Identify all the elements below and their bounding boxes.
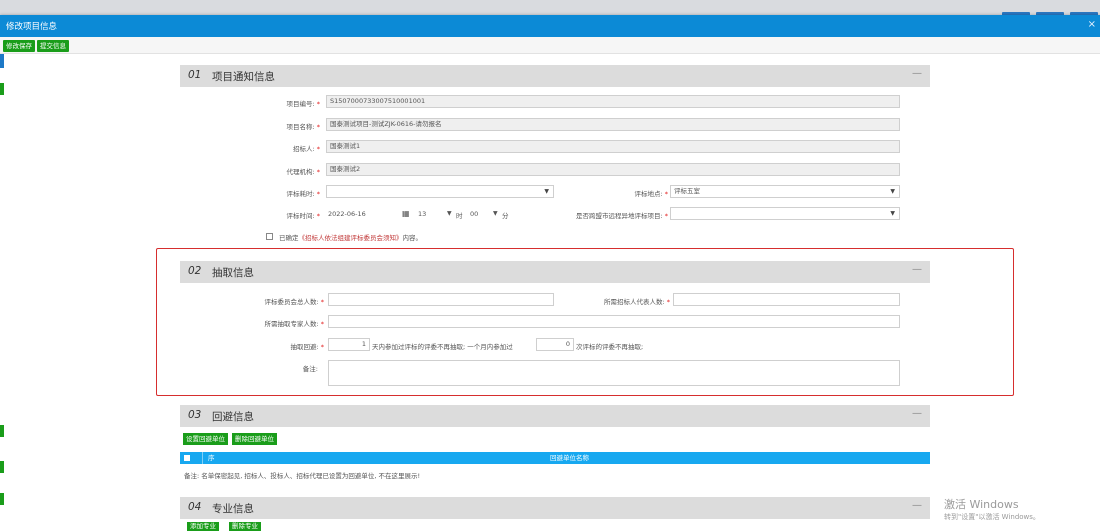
section-specialty: 04 专业信息 — [180,497,930,519]
section-title: 回避信息 [212,411,254,423]
section-title: 专业信息 [212,503,254,515]
avoid-times-input[interactable]: 0 [536,338,574,351]
save-button[interactable]: 修改保存 [3,40,35,52]
project-name-field[interactable]: 国泰测试项目-测试ZJK-0616-请勿报名 [326,118,900,131]
delete-specialty-button[interactable]: 删除专业 [229,522,261,531]
close-icon[interactable]: × [1088,19,1096,30]
expert-count-label: 所需抽取专家人数: * [264,320,324,328]
avoid-days-input[interactable]: 1 [328,338,370,351]
cross-region-select[interactable]: ▼ [670,207,900,220]
avoidance-note: 备注: 名单保密起见, 招标人、投标人、招标代理已设置为回避单位, 不在这里展示… [184,472,421,480]
note-label: 备注: [302,365,318,373]
date-field[interactable]: 2022-06-16 [328,210,366,218]
dropdown-caret-icon: ▼ [447,210,452,217]
duration-select[interactable]: ▼ [326,185,554,198]
expert-count-input[interactable] [328,315,900,328]
confirm-text: 已确定《招标人依法组建评标委员会须知》内容。 [279,234,422,242]
notice-link[interactable]: 《招标人依法组建评标委员会须知》 [299,234,403,242]
project-no-field[interactable]: S1507000733007510001001 [326,95,900,108]
collapse-icon[interactable]: — [912,500,922,511]
agency-label: 代理机构: * [286,168,320,176]
left-edge-marker [0,425,4,437]
submit-button[interactable]: 提交信息 [37,40,69,52]
avoidance-label: 抽取回避: * [290,343,324,351]
section-number: 03 [188,409,202,421]
section-extraction: 02 抽取信息 — [180,261,930,283]
toolbar: 修改保存 提交信息 [0,37,1100,54]
section-header[interactable]: 01 项目通知信息 — [180,65,930,87]
section-number: 04 [188,501,202,513]
column-unit-name: 回避单位名称 [550,454,589,462]
location-label: 评标地点: * [634,190,668,198]
left-edge-marker [0,54,4,68]
tenderer-label: 招标人: * [292,145,320,153]
agency-field[interactable]: 国泰测试2 [326,163,900,176]
section-title: 抽取信息 [212,267,254,279]
collapse-icon[interactable]: — [912,264,922,275]
section-header[interactable]: 04 专业信息 — [180,497,930,519]
committee-total-label: 评标委员会总人数: * [264,298,324,306]
activation-watermark-title: 激活 Windows [944,498,1019,511]
add-specialty-button[interactable]: 添加专业 [187,522,219,531]
section-number: 02 [188,265,202,277]
location-select[interactable]: 评标五室 ▼ [670,185,900,198]
dropdown-caret-icon: ▼ [493,210,498,217]
avoid-times-text: 次评标的评委不再抽取; [576,343,644,351]
dropdown-caret-icon: ▼ [890,210,895,217]
section-project-notice: 01 项目通知信息 — [180,65,930,87]
activation-watermark-hint: 转到"设置"以激活 Windows。 [944,513,1040,521]
duration-label: 评标耗时: * [286,190,320,198]
cross-region-label: 是否跨盟市远程异地评标项目: * [575,212,668,220]
project-no-label: 项目编号: * [286,100,320,108]
dialog-title: 修改项目信息 [6,22,58,32]
rep-count-label: 所需招标人代表人数: * [603,298,670,306]
left-edge-marker [0,493,4,505]
tenderer-field[interactable]: 国泰测试1 [326,140,900,153]
hour-select[interactable]: 13 [418,210,426,218]
hour-unit: 时 [456,212,463,220]
note-textarea[interactable] [328,360,900,386]
dropdown-caret-icon: ▼ [544,188,549,195]
column-seq: 序 [202,452,215,464]
avoidance-table-header: 序 回避单位名称 [180,452,930,464]
delete-avoidance-button[interactable]: 删除回避单位 [232,433,277,445]
dialog-titlebar: 修改项目信息 × [0,15,1100,37]
section-header[interactable]: 03 回避信息 — [180,405,930,427]
section-header[interactable]: 02 抽取信息 — [180,261,930,283]
left-edge-marker [0,83,4,95]
minute-unit: 分 [502,212,509,220]
dropdown-caret-icon: ▼ [890,188,895,195]
section-avoidance: 03 回避信息 — [180,405,930,427]
committee-total-input[interactable] [328,293,554,306]
section-number: 01 [188,69,202,81]
minute-select[interactable]: 00 [470,210,478,218]
time-label: 评标时间: * [286,212,320,220]
set-avoidance-button[interactable]: 设置回避单位 [183,433,228,445]
collapse-icon[interactable]: — [912,68,922,79]
avoid-days-text: 天内参加过评标的评委不再抽取; 一个月内参加过 [372,343,513,351]
section-title: 项目通知信息 [212,71,275,83]
select-all-checkbox[interactable] [184,455,190,461]
calendar-icon[interactable]: ▦ [402,209,410,218]
rep-count-input[interactable] [673,293,900,306]
collapse-icon[interactable]: — [912,408,922,419]
project-name-label: 项目名称: * [286,123,320,131]
confirm-checkbox[interactable] [266,233,273,240]
left-edge-marker [0,461,4,473]
